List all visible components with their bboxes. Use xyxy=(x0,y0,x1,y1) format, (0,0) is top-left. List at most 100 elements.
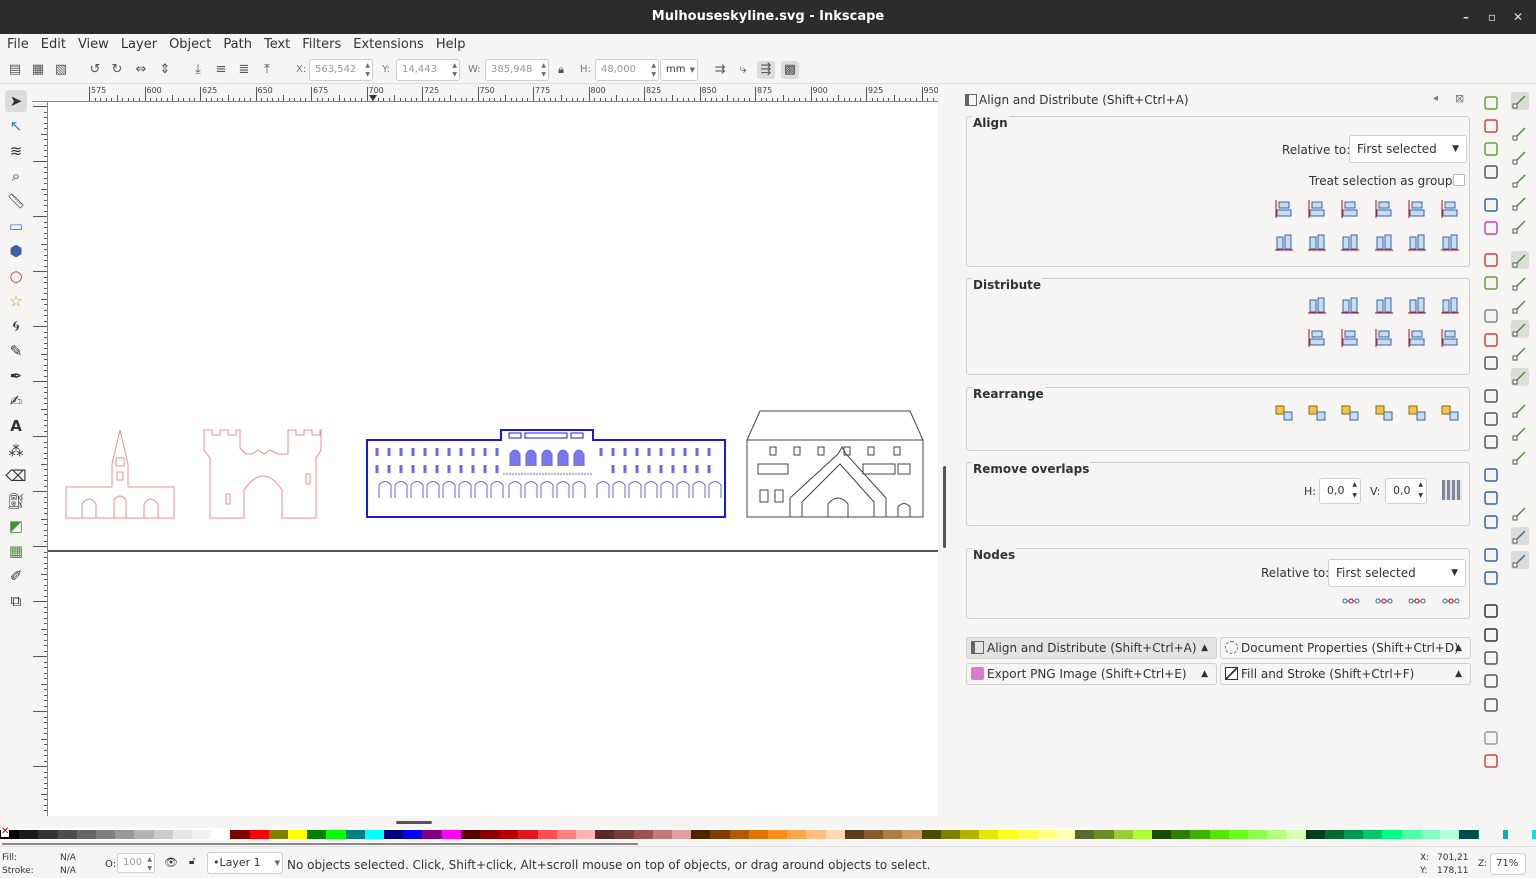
zoom-input[interactable]: 71% xyxy=(1490,853,1526,875)
save-document-icon[interactable] xyxy=(1482,140,1500,158)
palette-swatch[interactable] xyxy=(1248,830,1268,839)
align-center-v-button[interactable] xyxy=(1339,231,1361,253)
exchange-z-order-button[interactable] xyxy=(1339,402,1361,424)
text-font-dialog-icon[interactable] xyxy=(1482,626,1500,644)
rotate-ccw-icon[interactable]: ↺ xyxy=(86,61,104,79)
palette-swatch[interactable] xyxy=(518,830,539,839)
palette-swatch[interactable] xyxy=(787,830,807,839)
select-all-layers-icon[interactable]: ▦ xyxy=(29,61,47,79)
palette-swatch[interactable] xyxy=(1228,830,1249,839)
lower-to-bottom-icon[interactable]: ⤓ xyxy=(189,61,207,79)
palette-swatch[interactable] xyxy=(249,830,270,839)
opacity-input[interactable]: 100 ▲ ▼ xyxy=(117,853,155,873)
horizontal-scroll-thumb[interactable] xyxy=(396,821,432,824)
palette-swatch[interactable] xyxy=(1440,830,1460,839)
export-icon[interactable] xyxy=(1482,219,1500,237)
palette-swatch[interactable] xyxy=(422,830,443,839)
snap-intersection-icon[interactable] xyxy=(1511,297,1529,315)
palette-swatch[interactable] xyxy=(806,830,827,839)
menu-edit[interactable]: Edit xyxy=(35,35,72,55)
palette-swatch[interactable] xyxy=(748,830,769,839)
lock-icon[interactable]: 🔓︎ xyxy=(189,856,195,867)
node-tool-icon[interactable]: ↖ xyxy=(5,115,27,137)
palette-swatch[interactable] xyxy=(172,830,193,839)
palette-swatch[interactable] xyxy=(556,830,577,839)
menu-extensions[interactable]: Extensions xyxy=(347,35,430,55)
remove-overlaps-button[interactable] xyxy=(1442,480,1462,500)
overlap-h-input[interactable]: 0,0 ▲ ▼ xyxy=(1319,478,1361,504)
palette-swatch[interactable] xyxy=(1459,830,1479,839)
align-baseline-text-button[interactable] xyxy=(1439,198,1461,220)
snap-text-baseline-icon[interactable] xyxy=(1511,448,1529,466)
palette-swatch[interactable] xyxy=(537,830,558,839)
align-right-button[interactable] xyxy=(1373,198,1395,220)
group-icon[interactable] xyxy=(1482,546,1500,564)
cut-icon[interactable] xyxy=(1482,331,1500,349)
snap-nodes-icon[interactable] xyxy=(1511,251,1529,269)
spin-arrows-icon[interactable]: ▲ ▼ xyxy=(147,855,152,873)
exchange-clockwise-button[interactable] xyxy=(1373,402,1395,424)
snap-bbox-edge-icon[interactable] xyxy=(1511,148,1529,166)
palette-swatch[interactable] xyxy=(1209,830,1230,839)
palette-swatch[interactable] xyxy=(1171,830,1191,839)
palette-swatch[interactable] xyxy=(499,830,519,839)
menu-path[interactable]: Path xyxy=(217,35,258,55)
text-tool-icon[interactable]: A xyxy=(5,415,27,437)
vertical-ruler[interactable] xyxy=(32,102,48,816)
palette-swatch[interactable] xyxy=(1344,830,1364,839)
unclump-button[interactable] xyxy=(1439,402,1461,424)
distribute-baseline-h-button[interactable] xyxy=(1439,294,1461,316)
vertical-scroll-thumb[interactable] xyxy=(943,466,946,548)
align-left-button[interactable] xyxy=(1306,198,1328,220)
palette-swatch[interactable] xyxy=(844,830,865,839)
palette-swatch[interactable] xyxy=(960,830,980,839)
align-right-edge-button[interactable] xyxy=(1406,198,1428,220)
palette-swatch[interactable] xyxy=(1056,830,1076,839)
palette-swatch[interactable] xyxy=(288,830,308,839)
undo-icon[interactable] xyxy=(1482,251,1500,269)
zoom-drawing-icon[interactable] xyxy=(1482,410,1500,428)
mesh-tool-icon[interactable]: ▦ xyxy=(5,540,27,562)
palette-swatch[interactable] xyxy=(576,830,596,839)
layer-select[interactable]: •Layer 1 ▼ xyxy=(207,852,283,874)
document-props-icon[interactable] xyxy=(1482,752,1500,770)
menu-layer[interactable]: Layer xyxy=(115,35,163,55)
menu-text[interactable]: Text xyxy=(258,35,296,55)
palette-swatch[interactable] xyxy=(979,830,999,839)
lock-icon[interactable]: 🔒︎ xyxy=(552,61,570,79)
spin-arrows-icon[interactable]: ▲ ▼ xyxy=(651,61,656,79)
menu-file[interactable]: File xyxy=(1,35,35,55)
scale-corners-icon[interactable]: ⤷ xyxy=(734,61,752,79)
snap-page-border-icon[interactable] xyxy=(1511,504,1529,522)
palette-swatch[interactable] xyxy=(1113,830,1134,839)
snap-midpoint-icon[interactable] xyxy=(1511,368,1529,386)
print-icon[interactable] xyxy=(1482,163,1500,181)
tab-align-distribute[interactable]: Align and Distribute (Shift+Ctrl+A) ▲ xyxy=(966,637,1217,659)
transform-patterns-icon[interactable]: ▩ xyxy=(781,61,799,79)
fill-value[interactable]: N/A xyxy=(60,853,76,863)
menu-filters[interactable]: Filters xyxy=(296,35,347,55)
palette-swatch[interactable] xyxy=(134,830,155,839)
palette-swatch[interactable] xyxy=(1190,830,1211,839)
h-input[interactable]: 48,000 ▲ ▼ xyxy=(595,59,659,81)
palette-swatch[interactable] xyxy=(595,830,615,839)
treat-as-group-checkbox[interactable] xyxy=(1453,174,1465,186)
distribute-top-button[interactable] xyxy=(1306,327,1328,349)
align-bottom-edge-button[interactable] xyxy=(1273,231,1295,253)
exchange-positions-graph-button[interactable] xyxy=(1273,402,1295,424)
pen-tool-icon[interactable]: ✒ xyxy=(5,365,27,387)
palette-swatch[interactable] xyxy=(1305,830,1326,839)
tab-fill-stroke[interactable]: Fill and Stroke (Shift+Ctrl+F) ▲ xyxy=(1220,663,1471,685)
nodes-align-h-button[interactable] xyxy=(1340,590,1362,612)
palette-swatch[interactable] xyxy=(921,830,942,839)
nodes-relative-select[interactable]: First selected ▼ xyxy=(1328,559,1466,587)
redo-icon[interactable] xyxy=(1482,274,1500,292)
transform-gradients-icon[interactable]: ⇶ xyxy=(757,61,775,79)
palette-swatch[interactable] xyxy=(460,830,481,839)
palette-swatch[interactable] xyxy=(403,830,423,839)
snap-rotation-center-icon[interactable] xyxy=(1511,424,1529,442)
align-top-edge-button[interactable] xyxy=(1406,231,1428,253)
unit-select[interactable]: mm ▼ xyxy=(660,59,698,81)
palette-swatch[interactable] xyxy=(211,830,231,839)
palette-swatch[interactable] xyxy=(691,830,711,839)
